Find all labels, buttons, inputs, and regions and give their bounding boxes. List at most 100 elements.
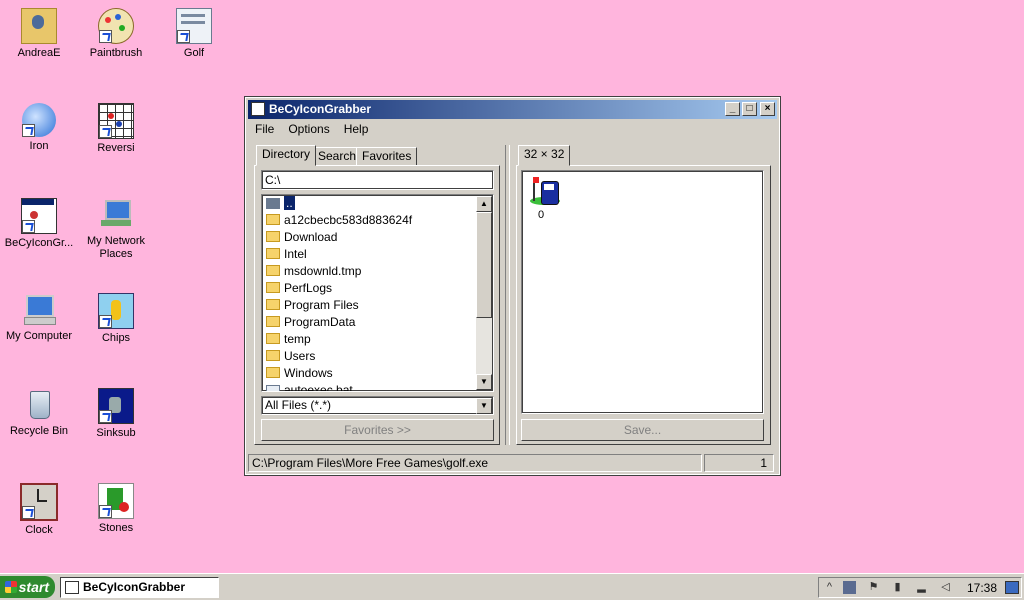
iron-golf-icon bbox=[22, 103, 56, 137]
list-item[interactable]: Users bbox=[266, 348, 315, 365]
app-icon[interactable] bbox=[251, 102, 265, 116]
directory-panel: C:\ .. a12cbecbc583d883624f Download Int… bbox=[254, 165, 500, 445]
show-hidden-icons-icon[interactable]: ^ bbox=[823, 581, 836, 594]
favorites-button[interactable]: Favorites >> bbox=[261, 419, 494, 441]
list-item[interactable]: Windows bbox=[266, 365, 333, 382]
stones-game-icon bbox=[98, 483, 134, 519]
tab-32x32[interactable]: 32 × 32 bbox=[518, 145, 571, 166]
flag-icon[interactable]: ⚑ bbox=[867, 581, 880, 594]
windows-logo-icon bbox=[5, 581, 17, 593]
menu-options[interactable]: Options bbox=[281, 121, 336, 137]
network-icon[interactable] bbox=[843, 581, 856, 594]
desktop-icon-reversi[interactable]: Reversi bbox=[77, 103, 155, 155]
sinksub-icon bbox=[98, 388, 134, 424]
menu-file[interactable]: File bbox=[248, 121, 281, 137]
desktop-icon-golf[interactable]: Golf bbox=[155, 8, 233, 60]
desktop-icon-paintbrush[interactable]: Paintbrush bbox=[77, 8, 155, 60]
becyicongrabber-window: BeCyIconGrabber _ □ × File Options Help Di… bbox=[244, 96, 781, 476]
gear-file-icon bbox=[266, 385, 280, 391]
desktop-icon-chips[interactable]: Chips bbox=[77, 293, 155, 345]
path-input[interactable]: C:\ bbox=[261, 170, 494, 190]
list-item[interactable]: Download bbox=[266, 229, 337, 246]
icon-grabber-icon bbox=[21, 198, 57, 234]
list-item[interactable]: a12cbecbc583d883624f bbox=[266, 212, 412, 229]
desktop-icon-label: Sinksub bbox=[96, 427, 136, 439]
icon-panel: 0 Save... bbox=[516, 165, 771, 445]
menu-help[interactable]: Help bbox=[337, 121, 376, 137]
splitter[interactable] bbox=[505, 145, 510, 445]
power-icon[interactable]: ▮ bbox=[891, 581, 904, 594]
tab-search[interactable]: Search bbox=[312, 147, 363, 165]
scroll-up-icon[interactable]: ▲ bbox=[476, 196, 492, 212]
scroll-down-icon[interactable]: ▼ bbox=[476, 374, 492, 390]
user-folder-icon bbox=[21, 8, 57, 44]
maximize-button[interactable]: □ bbox=[742, 102, 757, 116]
desktop-icon-label: AndreaE bbox=[17, 47, 61, 59]
folder-icon bbox=[266, 350, 280, 362]
drive-icon bbox=[266, 198, 280, 210]
folder-icon bbox=[266, 299, 280, 311]
tab-favorites[interactable]: Favorites bbox=[356, 147, 418, 165]
clock[interactable]: 17:38 bbox=[967, 581, 997, 595]
list-item[interactable]: Program Files bbox=[266, 297, 359, 314]
desktop-icon-becyicongrabber[interactable]: BeCyIconGr... bbox=[0, 198, 78, 250]
app-icon bbox=[65, 581, 79, 594]
desktop-icon-sinksub[interactable]: Sinksub bbox=[77, 388, 155, 440]
folder-icon bbox=[266, 282, 280, 294]
window-title: BeCyIconGrabber bbox=[269, 102, 372, 116]
file-filter-select[interactable]: All Files (*.*) ▼ bbox=[261, 396, 494, 415]
close-button[interactable]: × bbox=[760, 102, 775, 116]
desktop-icon-label: Iron bbox=[29, 140, 49, 152]
status-path: C:\Program Files\More Free Games\golf.ex… bbox=[248, 454, 702, 472]
desktop-icon-my-network-places[interactable]: My Network Places bbox=[77, 198, 155, 261]
volume-icon[interactable]: ◁ bbox=[939, 581, 952, 594]
desktop-icon-label: Chips bbox=[101, 332, 131, 344]
desktop-icon-stones[interactable]: Stones bbox=[77, 483, 155, 535]
start-button[interactable]: start bbox=[0, 576, 55, 598]
desktop-icon-recycle-bin[interactable]: Recycle Bin bbox=[0, 388, 78, 438]
folder-icon bbox=[266, 231, 280, 243]
desktop-icon-clock[interactable]: Clock bbox=[0, 483, 78, 537]
scrollbar[interactable]: ▲ ▼ bbox=[476, 196, 492, 390]
desktop-icon-label: Golf bbox=[183, 47, 205, 59]
tab-directory[interactable]: Directory bbox=[256, 145, 317, 166]
file-list[interactable]: .. a12cbecbc583d883624f Download Intel m… bbox=[261, 194, 494, 392]
desktop-icon-iron[interactable]: Iron bbox=[0, 103, 78, 153]
list-item[interactable]: msdownld.tmp bbox=[266, 263, 361, 280]
icon-view[interactable]: 0 bbox=[521, 170, 764, 414]
folder-icon bbox=[266, 316, 280, 328]
taskbar-item-label: BeCyIconGrabber bbox=[83, 580, 186, 594]
list-item[interactable]: Intel bbox=[266, 246, 307, 263]
desktop-icon-andreae[interactable]: AndreaE bbox=[0, 8, 78, 60]
save-button[interactable]: Save... bbox=[521, 419, 764, 441]
desktop-icon-label: Clock bbox=[25, 524, 53, 536]
start-label: start bbox=[18, 579, 49, 595]
folder-icon bbox=[266, 333, 280, 345]
folder-icon bbox=[266, 214, 280, 226]
title-bar[interactable]: BeCyIconGrabber _ □ × bbox=[248, 100, 777, 119]
list-item[interactable]: PerfLogs bbox=[266, 280, 332, 297]
list-item[interactable]: autoexec.bat bbox=[266, 382, 353, 391]
clock-icon bbox=[20, 483, 58, 521]
folder-icon bbox=[266, 248, 280, 260]
taskbar-item-becyicongrabber[interactable]: BeCyIconGrabber bbox=[60, 577, 219, 598]
minimize-button[interactable]: _ bbox=[725, 102, 740, 116]
golf-icon[interactable] bbox=[528, 175, 562, 209]
scroll-thumb[interactable] bbox=[476, 212, 492, 318]
desktop-icon-label: Paintbrush bbox=[89, 47, 143, 59]
icon-index-label: 0 bbox=[538, 209, 545, 221]
desktop-icon-my-computer[interactable]: My Computer bbox=[0, 293, 78, 343]
chevron-down-icon[interactable]: ▼ bbox=[476, 398, 492, 414]
list-item-parent[interactable]: .. bbox=[266, 195, 295, 212]
file-filter-value: All Files (*.*) bbox=[265, 398, 332, 412]
list-item[interactable]: temp bbox=[266, 331, 311, 348]
signal-icon[interactable]: ▂ bbox=[915, 581, 928, 594]
paint-palette-icon bbox=[98, 8, 134, 44]
desktop-icon-label: Reversi bbox=[97, 142, 135, 154]
show-desktop-icon[interactable] bbox=[1005, 581, 1019, 594]
list-item[interactable]: ProgramData bbox=[266, 314, 355, 331]
menu-bar: File Options Help bbox=[248, 121, 375, 139]
desktop-icon-label: My Computer bbox=[5, 330, 73, 342]
recycle-bin-icon bbox=[22, 388, 56, 422]
golf-app-icon bbox=[176, 8, 212, 44]
